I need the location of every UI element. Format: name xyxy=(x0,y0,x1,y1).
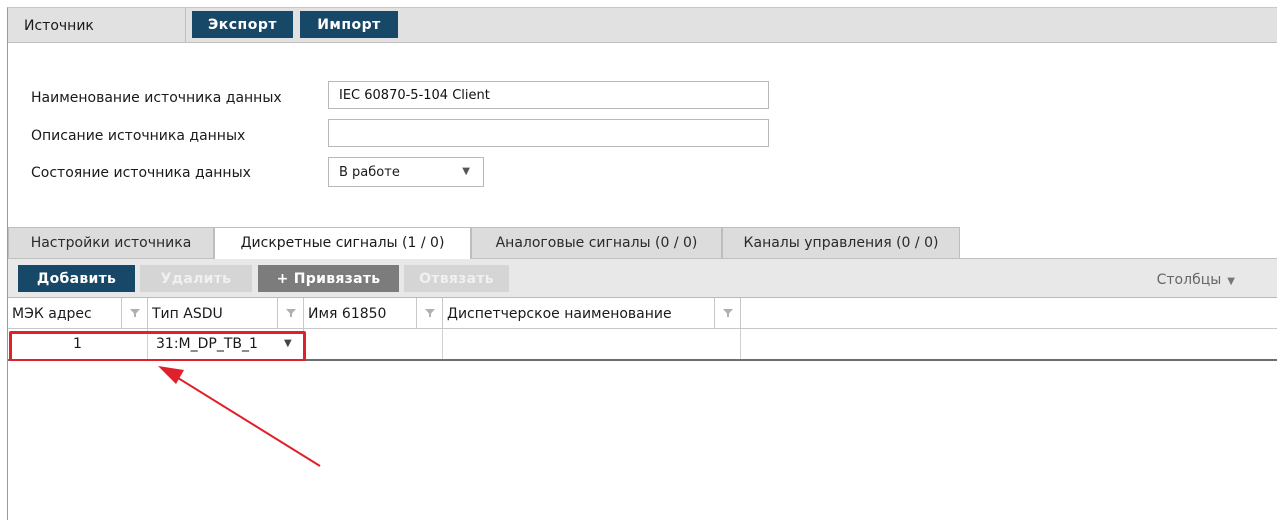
source-panel: Источник Экспорт Импорт Наименование ист… xyxy=(7,7,1277,521)
annotation-arrow-icon xyxy=(158,366,321,467)
